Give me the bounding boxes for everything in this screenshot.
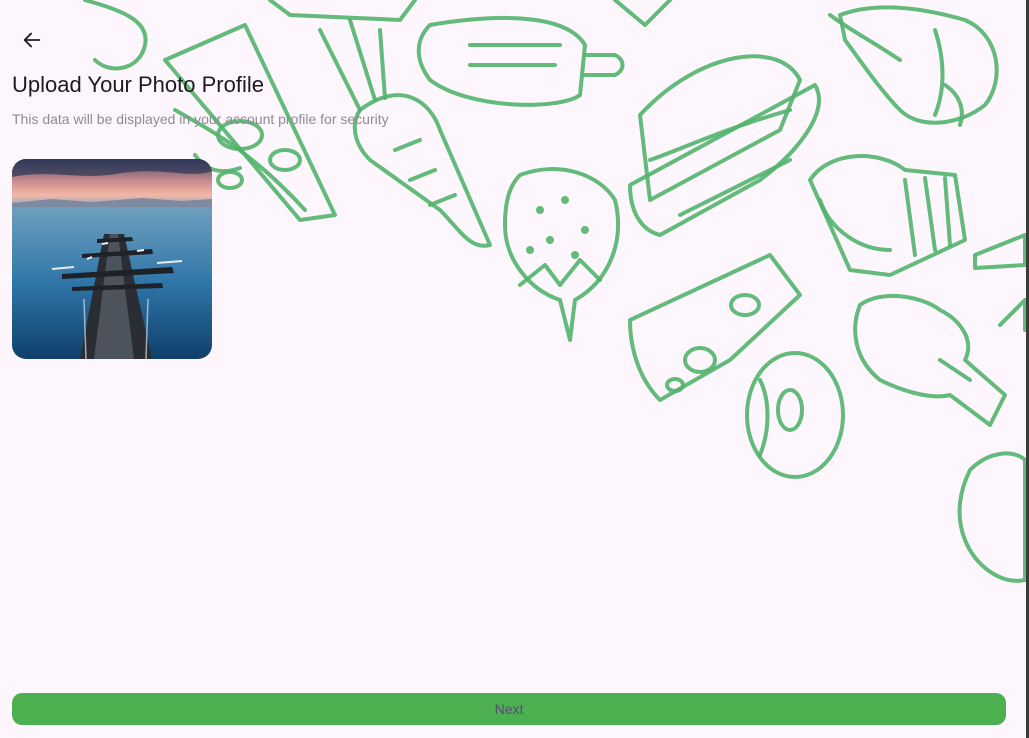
next-button[interactable]: Next bbox=[12, 693, 1006, 725]
page-title: Upload Your Photo Profile bbox=[12, 72, 264, 97]
arrow-left-icon bbox=[23, 32, 41, 48]
page-subtitle: This data will be displayed in your acco… bbox=[12, 111, 389, 127]
profile-photo-preview[interactable] bbox=[12, 159, 212, 359]
upload-photo-screen: Upload Your Photo Profile This data will… bbox=[0, 0, 1029, 738]
back-button[interactable] bbox=[12, 20, 52, 60]
profile-photo-image bbox=[12, 159, 212, 359]
